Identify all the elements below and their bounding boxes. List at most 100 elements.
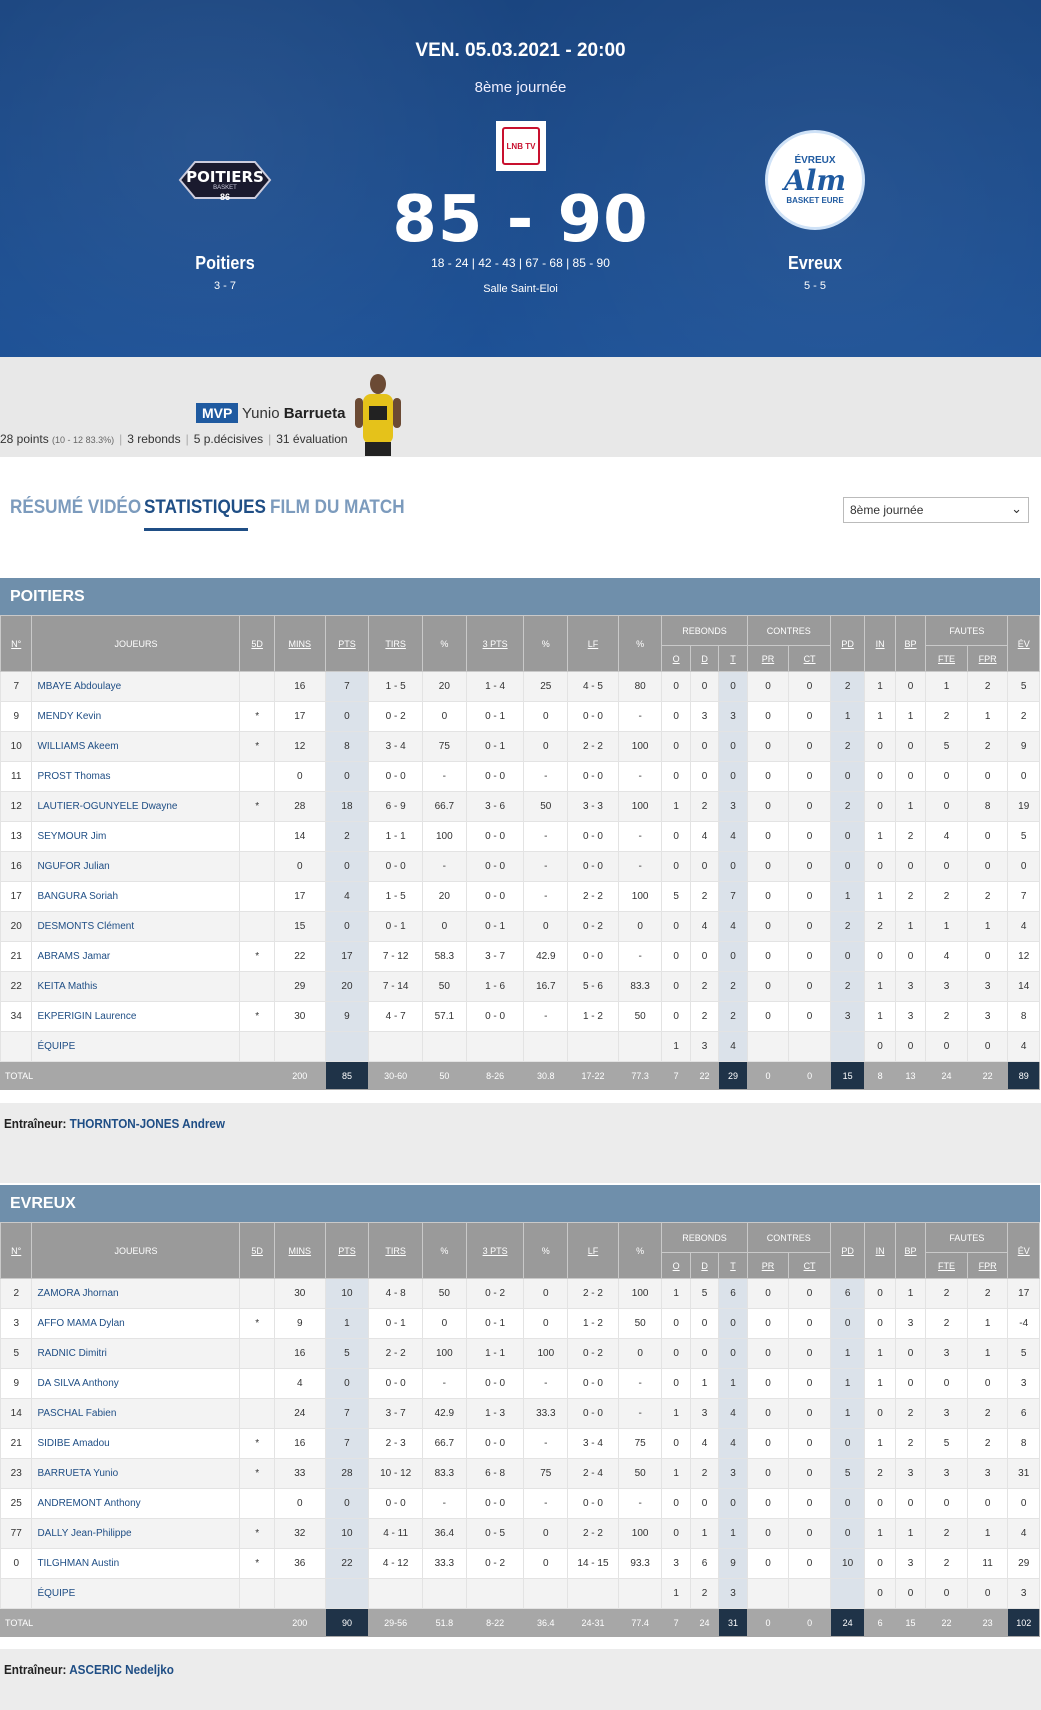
player-name[interactable]: ABRAMS Jamar: [31, 941, 241, 972]
header-o[interactable]: O: [661, 1252, 691, 1279]
stat-cell: [368, 1578, 424, 1609]
header-bp[interactable]: BP: [894, 1222, 927, 1279]
stat-cell: 5: [925, 1428, 968, 1459]
player-name[interactable]: DESMONTS Clément: [31, 911, 241, 942]
stat-cell: [617, 1031, 663, 1062]
player-name[interactable]: WILLIAMS Akeem: [31, 731, 241, 762]
header-ev[interactable]: ÉV: [1007, 615, 1040, 672]
player-name[interactable]: MBAYE Abdoulaye: [31, 671, 241, 702]
player-name[interactable]: NGUFOR Julian: [31, 851, 241, 882]
header-tirs[interactable]: TIRS: [368, 615, 424, 672]
player-name[interactable]: PROST Thomas: [31, 761, 241, 792]
header-d[interactable]: D: [689, 645, 720, 672]
header-pr[interactable]: PR: [746, 1252, 790, 1279]
stat-cell: 31: [1007, 1458, 1040, 1489]
player-name[interactable]: LAUTIER-OGUNYELE Dwayne: [31, 791, 241, 822]
stat-cell: 0: [1007, 1488, 1040, 1519]
header-pd[interactable]: PD: [829, 1222, 866, 1279]
player-name[interactable]: PASCHAL Fabien: [31, 1398, 241, 1429]
stat-cell: 3: [1007, 1368, 1040, 1399]
stat-cell: [422, 1031, 467, 1062]
away-team[interactable]: Evreux 5 - 5: [715, 253, 915, 292]
header-3pts[interactable]: 3 PTS: [465, 1222, 525, 1279]
player-name[interactable]: ÉQUIPE: [31, 1031, 241, 1062]
header-lf[interactable]: LF: [567, 615, 619, 672]
stat-cell: 2: [689, 791, 720, 822]
stat-cell: 0: [1007, 761, 1040, 792]
stat-cell: 22: [273, 941, 326, 972]
header-o[interactable]: O: [661, 645, 691, 672]
mvp-name[interactable]: Yunio Barrueta: [242, 405, 345, 422]
stat-cell: [273, 1578, 326, 1609]
total-label: TOTAL: [0, 1608, 275, 1637]
player-name[interactable]: RADNIC Dimitri: [31, 1338, 241, 1369]
header-ct[interactable]: CT: [788, 645, 831, 672]
home-team[interactable]: Poitiers 3 - 7: [125, 253, 325, 292]
header-pts[interactable]: PTS: [324, 1222, 370, 1279]
stat-cell: 17: [0, 881, 33, 912]
stat-cell: 28: [273, 791, 326, 822]
tab-statistiques[interactable]: STATISTIQUES: [144, 497, 266, 519]
header-pr[interactable]: PR: [746, 645, 790, 672]
header-ev[interactable]: ÉV: [1007, 1222, 1040, 1279]
stat-cell: -: [617, 941, 663, 972]
header-in[interactable]: IN: [864, 615, 896, 672]
header-bp[interactable]: BP: [894, 615, 927, 672]
header-lf[interactable]: LF: [567, 1222, 619, 1279]
header-5d[interactable]: 5D: [239, 615, 275, 672]
stat-cell: 0: [788, 701, 831, 732]
stat-cell: 0: [894, 1368, 927, 1399]
stat-cell: 3: [925, 1458, 968, 1489]
header-pd[interactable]: PD: [829, 615, 866, 672]
stat-cell: 0: [523, 1548, 569, 1579]
player-name[interactable]: ZAMORA Jhornan: [31, 1278, 241, 1309]
header-num[interactable]: N°: [0, 615, 33, 672]
header-mins[interactable]: MINS: [273, 1222, 326, 1279]
stat-cell: 9: [718, 1548, 748, 1579]
header-t[interactable]: T: [718, 645, 748, 672]
header-fte[interactable]: FTE: [925, 645, 968, 672]
stat-cell: 2: [829, 731, 866, 762]
player-name[interactable]: EKPERIGIN Laurence: [31, 1001, 241, 1032]
header-5d[interactable]: 5D: [239, 1222, 275, 1279]
stat-cell: 23: [0, 1458, 33, 1489]
player-name[interactable]: KEITA Mathis: [31, 971, 241, 1002]
header-mins[interactable]: MINS: [273, 615, 326, 672]
player-name[interactable]: DA SILVA Anthony: [31, 1368, 241, 1399]
header-d[interactable]: D: [689, 1252, 720, 1279]
player-name[interactable]: DALLY Jean-Philippe: [31, 1518, 241, 1549]
home-team-name: Poitiers: [195, 253, 255, 273]
header-fte[interactable]: FTE: [925, 1252, 968, 1279]
lnb-tv-logo[interactable]: LNB TV: [496, 121, 546, 171]
player-name[interactable]: SEYMOUR Jim: [31, 821, 241, 852]
player-name[interactable]: ÉQUIPE: [31, 1578, 241, 1609]
evreux-logo[interactable]: ÉVREUX Alm BASKET EURE: [765, 130, 865, 230]
tab-film-du-match[interactable]: FILM DU MATCH: [270, 497, 405, 519]
header-num[interactable]: N°: [0, 1222, 33, 1279]
stat-cell: 0: [925, 1578, 968, 1609]
player-name[interactable]: ANDREMONT Anthony: [31, 1488, 241, 1519]
player-name[interactable]: MENDY Kevin: [31, 701, 241, 732]
header-3pts[interactable]: 3 PTS: [465, 615, 525, 672]
stat-cell: 2: [864, 1458, 896, 1489]
header-fpr[interactable]: FPR: [966, 645, 1009, 672]
header-fpr[interactable]: FPR: [966, 1252, 1009, 1279]
header-pts[interactable]: PTS: [324, 615, 370, 672]
poitiers-logo[interactable]: POITIERS BASKET 86: [175, 150, 275, 210]
player-name[interactable]: BANGURA Soriah: [31, 881, 241, 912]
stat-cell: 4 - 7: [368, 1001, 424, 1032]
stat-cell: 0: [718, 941, 748, 972]
stat-cell: 20: [422, 671, 467, 702]
header-ct[interactable]: CT: [788, 1252, 831, 1279]
tab-resume-video[interactable]: RÉSUMÉ VIDÉO: [10, 497, 141, 519]
round-select[interactable]: 8ème journée ⌄: [843, 497, 1029, 523]
header-t[interactable]: T: [718, 1252, 748, 1279]
player-name[interactable]: AFFO MAMA Dylan: [31, 1308, 241, 1339]
stat-cell: -: [422, 1368, 467, 1399]
player-name[interactable]: SIDIBE Amadou: [31, 1428, 241, 1459]
header-tirs[interactable]: TIRS: [368, 1222, 424, 1279]
stat-cell: 0 - 0: [465, 761, 525, 792]
header-in[interactable]: IN: [864, 1222, 896, 1279]
player-name[interactable]: TILGHMAN Austin: [31, 1548, 241, 1579]
player-name[interactable]: BARRUETA Yunio: [31, 1458, 241, 1489]
